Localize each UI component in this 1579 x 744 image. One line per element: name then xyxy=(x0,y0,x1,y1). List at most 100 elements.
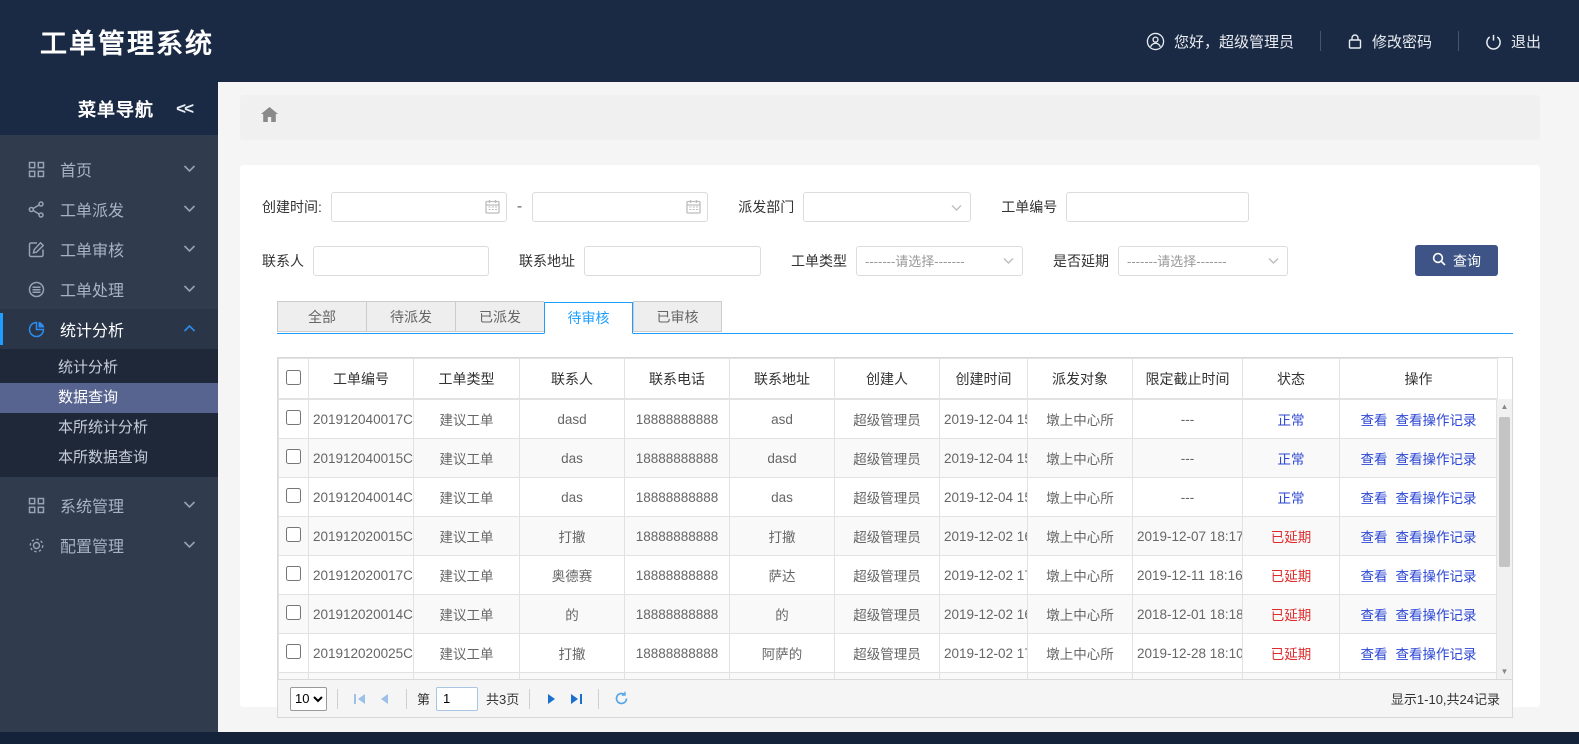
vertical-scrollbar[interactable]: ▲ ▼ xyxy=(1496,399,1512,679)
total-pages-label: 共3页 xyxy=(486,692,520,707)
row-checkbox[interactable] xyxy=(286,605,301,620)
sidebar-item-config[interactable]: 配置管理 xyxy=(0,525,218,565)
cell-created: 2019-12-04 15 xyxy=(939,438,1028,478)
user-greeting[interactable]: 您好，超级管理员 xyxy=(1146,31,1294,52)
submenu-item-local-statistics[interactable]: 本所统计分析 xyxy=(0,413,218,443)
sidebar-item-label: 工单处理 xyxy=(60,283,125,300)
sidebar-item-label: 工单审核 xyxy=(60,243,125,260)
topbar-user-area: 您好，超级管理员 修改密码 退出 xyxy=(1146,31,1541,52)
home-icon[interactable] xyxy=(260,106,279,129)
table-row[interactable]: 201912040015C 建议工单 das 18888888888 dasd … xyxy=(278,438,1498,478)
cell-order-type: 建议工单 xyxy=(413,477,520,517)
prev-page-button[interactable] xyxy=(372,687,396,711)
sidebar-item-home[interactable]: 首页 xyxy=(0,149,218,189)
search-button[interactable]: 查询 xyxy=(1415,245,1498,276)
cell-order-no: 201912020025C xyxy=(308,633,414,673)
order-no-label: 工单编号 xyxy=(1001,199,1058,215)
view-log-link[interactable]: 查看操作记录 xyxy=(1396,491,1477,506)
submenu-item-data-query[interactable]: 数据查询 xyxy=(0,383,218,413)
table-row[interactable]: 201912040014C 建议工单 das 18888888888 das 超… xyxy=(278,477,1498,517)
change-password-button[interactable]: 修改密码 xyxy=(1347,31,1432,52)
cell-created: 2019-12-02 17 xyxy=(939,633,1028,673)
cell-deadline: 2019-12-11 18:16 xyxy=(1132,555,1243,595)
row-checkbox[interactable] xyxy=(286,566,301,581)
scroll-down-icon[interactable]: ▼ xyxy=(1497,664,1512,679)
chevron-down-icon xyxy=(1268,253,1279,268)
col-deadline: 限定截止时间 xyxy=(1132,358,1243,399)
table-row[interactable]: 201912040017C 建议工单 dasd 18888888888 asd … xyxy=(278,399,1498,439)
table-row[interactable]: 201912020014C 建议工单 的 18888888888 的 超级管理员… xyxy=(278,594,1498,634)
view-log-link[interactable]: 查看操作记录 xyxy=(1396,608,1477,623)
page-number-input[interactable] xyxy=(436,686,479,711)
cell-phone: 18888888888 xyxy=(624,399,730,439)
delay-select[interactable]: -------请选择------- xyxy=(1118,245,1288,276)
row-checkbox[interactable] xyxy=(286,449,301,464)
sidebar-item-system[interactable]: 系统管理 xyxy=(0,485,218,525)
order-type-select[interactable]: -------请选择------- xyxy=(856,245,1023,276)
next-page-button[interactable] xyxy=(540,687,564,711)
col-creator: 创建人 xyxy=(834,358,940,399)
create-time-end-input[interactable] xyxy=(532,192,709,222)
tab-to-review[interactable]: 待审核 xyxy=(544,302,633,334)
tab-reviewed[interactable]: 已审核 xyxy=(633,301,722,332)
row-checkbox[interactable] xyxy=(286,488,301,503)
edit-icon xyxy=(26,241,46,258)
view-log-link[interactable]: 查看操作记录 xyxy=(1396,569,1477,584)
logout-button[interactable]: 退出 xyxy=(1485,31,1541,52)
row-checkbox[interactable] xyxy=(286,410,301,425)
sidebar-item-statistics[interactable]: 统计分析 xyxy=(0,309,218,349)
view-link[interactable]: 查看 xyxy=(1361,491,1388,506)
sidebar-item-dispatch[interactable]: 工单派发 xyxy=(0,189,218,229)
calendar-icon[interactable] xyxy=(485,199,500,219)
view-link[interactable]: 查看 xyxy=(1361,452,1388,467)
view-log-link[interactable]: 查看操作记录 xyxy=(1396,452,1477,467)
last-page-button[interactable] xyxy=(564,687,588,711)
view-link[interactable]: 查看 xyxy=(1361,569,1388,584)
tab-all[interactable]: 全部 xyxy=(277,301,366,332)
cell-creator: 超级管理员 xyxy=(834,555,940,595)
tab-dispatched[interactable]: 已派发 xyxy=(455,301,544,332)
submenu-item-local-data-query[interactable]: 本所数据查询 xyxy=(0,443,218,473)
scroll-up-icon[interactable]: ▲ xyxy=(1497,399,1512,414)
first-page-button[interactable] xyxy=(348,687,372,711)
scrollbar-thumb[interactable] xyxy=(1499,417,1510,567)
view-log-link[interactable]: 查看操作记录 xyxy=(1396,530,1477,545)
cell-contact: das xyxy=(519,477,625,517)
col-order-no: 工单编号 xyxy=(308,358,414,399)
page-size-select[interactable]: 10 xyxy=(290,686,327,711)
calendar-icon[interactable] xyxy=(686,199,701,219)
submenu-item-statistics[interactable]: 统计分析 xyxy=(0,353,218,383)
create-time-start-input[interactable] xyxy=(330,192,507,222)
table-row[interactable] xyxy=(278,672,1498,679)
sidebar-collapse-button[interactable]: << xyxy=(176,99,194,119)
view-log-link[interactable]: 查看操作记录 xyxy=(1396,413,1477,428)
main-content: 创建时间: - 派发部门 工单编号 联系人 联系地址 工单类型 -------请… xyxy=(218,82,1579,732)
table-body-scroll-area[interactable]: 201912040017C 建议工单 dasd 18888888888 asd … xyxy=(278,399,1512,679)
view-log-link[interactable]: 查看操作记录 xyxy=(1396,647,1477,662)
table-row[interactable]: 201912020015C 建议工单 打撤 18888888888 打撤 超级管… xyxy=(278,516,1498,556)
grid-outline-icon xyxy=(26,497,46,514)
order-no-input[interactable] xyxy=(1066,192,1250,222)
address-input[interactable] xyxy=(584,245,761,276)
select-all-checkbox[interactable] xyxy=(286,369,301,385)
cell-order-no: 201912040017C xyxy=(308,399,414,439)
contact-input[interactable] xyxy=(313,245,489,276)
col-phone: 联系电话 xyxy=(624,358,730,399)
refresh-icon[interactable] xyxy=(609,687,633,711)
cell-actions: 查看 查看操作记录 xyxy=(1339,594,1498,634)
depart-select[interactable] xyxy=(803,192,972,222)
view-link[interactable]: 查看 xyxy=(1361,530,1388,545)
view-link[interactable]: 查看 xyxy=(1361,647,1388,662)
table-row[interactable]: 201912020017C 建议工单 奥德赛 18888888888 萨达 超级… xyxy=(278,555,1498,595)
view-link[interactable]: 查看 xyxy=(1361,413,1388,428)
view-link[interactable]: 查看 xyxy=(1361,608,1388,623)
status-badge: 正常 xyxy=(1242,438,1340,478)
row-checkbox[interactable] xyxy=(286,644,301,659)
cell-order-type: 建议工单 xyxy=(413,555,520,595)
tab-to-dispatch[interactable]: 待派发 xyxy=(366,301,455,332)
sidebar-item-review[interactable]: 工单审核 xyxy=(0,229,218,269)
row-checkbox[interactable] xyxy=(286,527,301,542)
date-range-separator: - xyxy=(516,198,523,215)
sidebar-item-process[interactable]: 工单处理 xyxy=(0,269,218,309)
table-row[interactable]: 201912020025C 建议工单 打撤 18888888888 阿萨的 超级… xyxy=(278,633,1498,673)
